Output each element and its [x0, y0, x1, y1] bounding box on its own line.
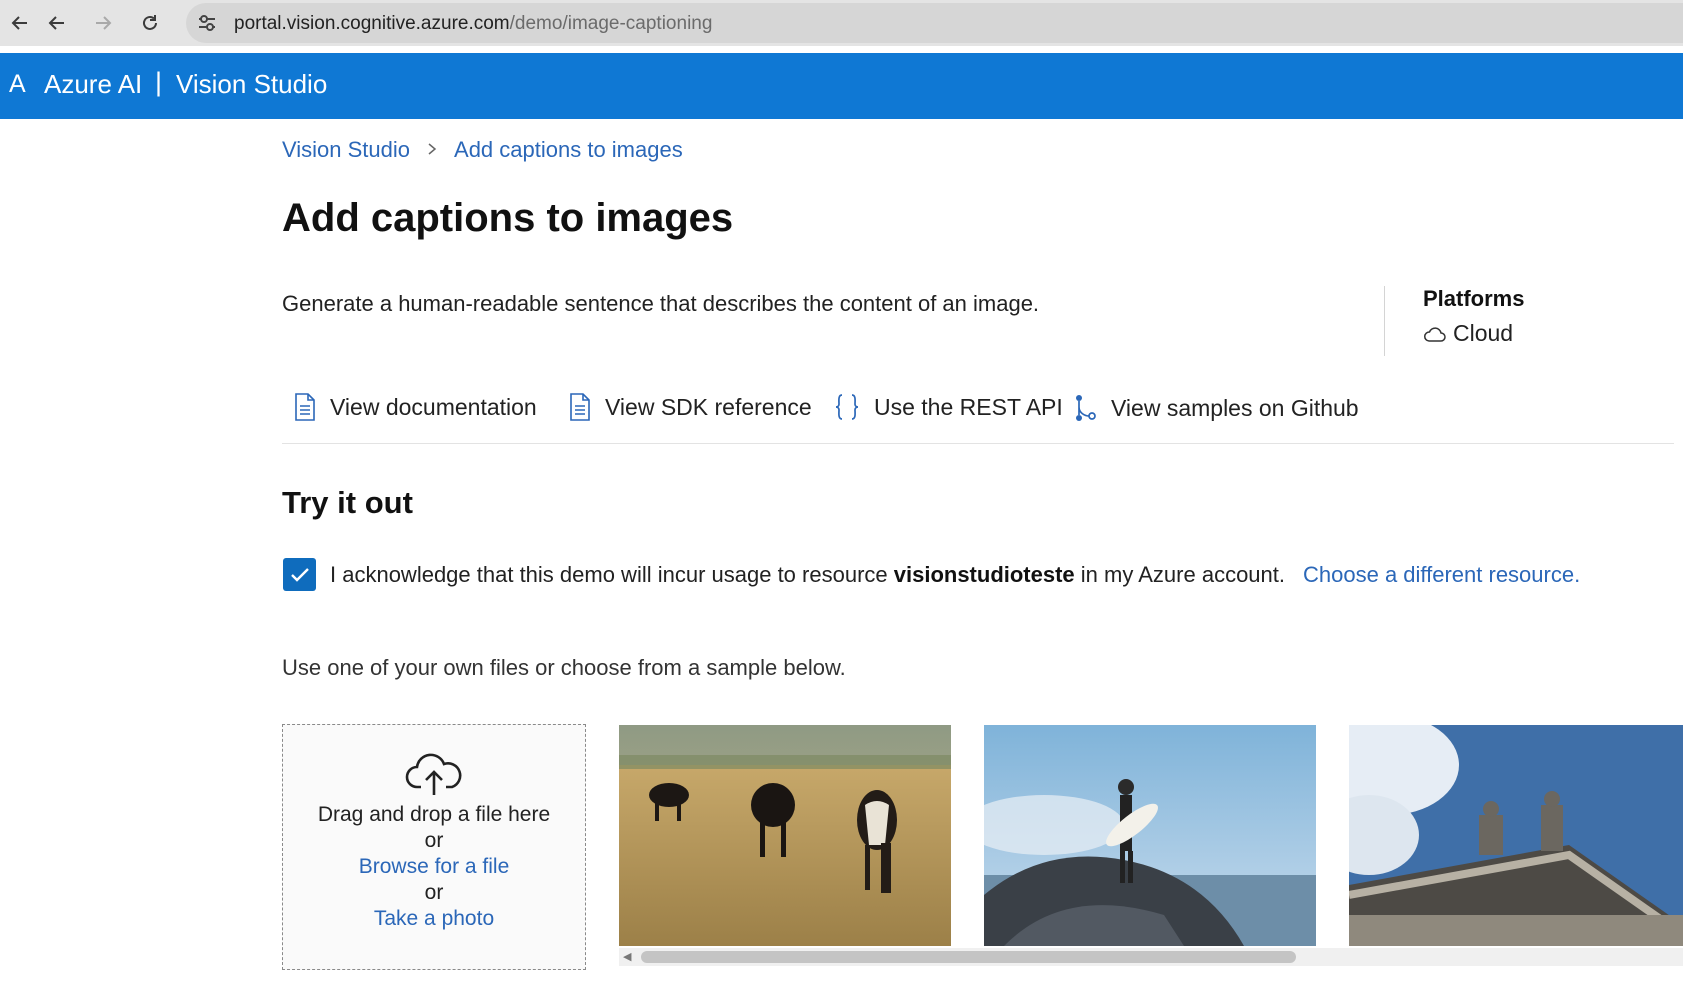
header-separator: |	[155, 67, 163, 97]
ack-suffix: in my Azure account.	[1074, 561, 1285, 587]
browser-toolbar: portal.vision.cognitive.azure.com/demo/i…	[0, 0, 1683, 46]
document-icon	[294, 393, 316, 421]
view-samples-github-link[interactable]: View samples on Github	[1073, 393, 1359, 423]
back-history-icon[interactable]	[42, 8, 72, 38]
or-text: or	[424, 881, 444, 904]
try-it-out-title: Try it out	[282, 485, 413, 520]
use-rest-api-label: Use the REST API	[874, 393, 1063, 420]
page-title: Add captions to images	[282, 196, 734, 240]
acknowledge-row: I acknowledge that this demo will incur …	[283, 558, 1580, 591]
acknowledge-checkbox[interactable]	[283, 558, 316, 591]
platforms-panel: Platforms Cloud	[1384, 286, 1524, 356]
view-documentation-link[interactable]: View documentation	[294, 393, 537, 421]
samples-scrollbar[interactable]: ◀	[619, 948, 1683, 966]
breadcrumb: Vision Studio Add captions to images	[282, 137, 683, 163]
acknowledge-text: I acknowledge that this demo will incur …	[330, 562, 1285, 588]
breadcrumb-root-link[interactable]: Vision Studio	[282, 137, 410, 163]
app-header: A Azure AI | Vision Studio	[0, 53, 1683, 119]
sample-image-cows[interactable]	[619, 725, 951, 946]
platforms-title: Platforms	[1423, 286, 1525, 311]
brand-name[interactable]: Azure AI	[44, 69, 142, 100]
use-rest-api-link[interactable]: Use the REST API	[834, 393, 1063, 421]
view-sdk-reference-link[interactable]: View SDK reference	[569, 393, 812, 421]
back-icon[interactable]	[5, 8, 35, 38]
document-icon	[569, 393, 591, 421]
platform-cloud-label: Cloud	[1453, 320, 1514, 346]
checkmark-icon	[290, 567, 309, 582]
choose-different-resource-link[interactable]: Choose a different resource.	[1303, 562, 1580, 588]
sample-instructions: Use one of your own files or choose from…	[282, 655, 846, 680]
browse-file-link[interactable]: Browse for a file	[283, 854, 585, 880]
scroll-left-icon[interactable]: ◀	[623, 950, 631, 963]
drag-drop-text: Drag and drop a file here	[317, 803, 551, 826]
view-documentation-label: View documentation	[330, 393, 537, 420]
breadcrumb-current[interactable]: Add captions to images	[454, 137, 683, 163]
resource-links: View documentation View SDK reference Us…	[282, 393, 1674, 444]
reload-icon[interactable]	[135, 8, 165, 38]
url-host: portal.vision.cognitive.azure.com	[234, 13, 510, 34]
view-samples-github-label: View samples on Github	[1111, 394, 1359, 421]
cloud-upload-icon	[283, 753, 585, 802]
ack-prefix: I acknowledge that this demo will incur …	[330, 561, 894, 587]
page-description: Generate a human-readable sentence that …	[282, 291, 1040, 316]
braces-icon	[834, 393, 860, 421]
sample-image-surfer[interactable]	[984, 725, 1316, 946]
azure-logo[interactable]: A	[9, 70, 26, 99]
file-dropzone[interactable]: Drag and drop a file here or Browse for …	[282, 724, 586, 970]
forward-icon[interactable]	[88, 8, 118, 38]
sample-image-statue[interactable]	[1349, 725, 1683, 946]
view-sdk-reference-label: View SDK reference	[605, 393, 812, 420]
product-name[interactable]: Vision Studio	[176, 69, 327, 100]
or-text: or	[424, 829, 444, 852]
resource-name: visionstudioteste	[893, 561, 1075, 587]
scrollbar-thumb[interactable]	[641, 951, 1296, 963]
chevron-right-icon	[426, 140, 438, 161]
branch-icon	[1073, 393, 1097, 423]
url-text: portal.vision.cognitive.azure.com/demo/i…	[234, 13, 712, 35]
cloud-icon	[1424, 326, 1446, 342]
take-photo-link[interactable]: Take a photo	[283, 906, 585, 932]
platform-cloud: Cloud	[1423, 320, 1524, 347]
address-bar[interactable]: portal.vision.cognitive.azure.com/demo/i…	[186, 3, 1683, 43]
url-path: /demo/image-captioning	[509, 13, 713, 34]
site-settings-icon[interactable]	[196, 12, 218, 34]
